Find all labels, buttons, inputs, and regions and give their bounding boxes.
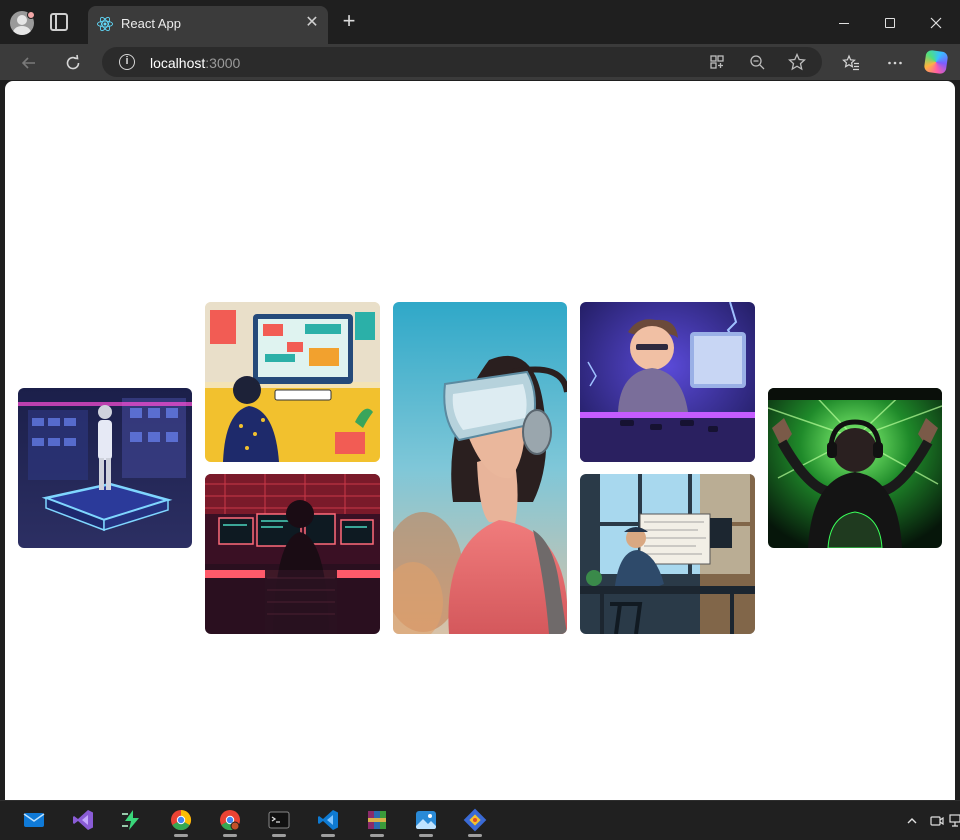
taskbar-visual-studio[interactable] <box>65 805 101 837</box>
tab-close-button[interactable]: ✕ <box>302 13 322 33</box>
meet-now-icon[interactable] <box>929 812 945 828</box>
windows-taskbar <box>0 800 960 840</box>
favorites-icon[interactable] <box>838 49 864 75</box>
page-viewport <box>5 81 955 800</box>
photos-icon <box>416 811 436 829</box>
close-icon <box>930 17 942 29</box>
gallery-image-architect-desk[interactable] <box>580 474 755 634</box>
taskbar-git[interactable] <box>457 805 493 837</box>
gallery-image-hologram-display[interactable] <box>18 388 192 548</box>
running-indicator <box>272 834 286 837</box>
network-icon[interactable] <box>947 812 960 828</box>
copilot-icon[interactable] <box>923 49 949 75</box>
browser-tab[interactable]: React App ✕ <box>88 6 328 44</box>
running-indicator <box>223 834 237 837</box>
tab-actions-icon[interactable] <box>50 13 68 31</box>
taskbar-vscode[interactable] <box>310 805 346 837</box>
terminal-icon <box>268 811 290 829</box>
running-indicator <box>468 834 482 837</box>
taskbar-winrar[interactable] <box>359 805 395 837</box>
profile-status-dot <box>27 11 35 19</box>
running-indicator <box>321 834 335 837</box>
favorite-star-icon[interactable] <box>787 52 807 72</box>
gallery-image-green-gamer[interactable] <box>768 388 942 548</box>
chrome-profile-icon <box>220 810 240 831</box>
taskbar-photos[interactable] <box>408 805 444 837</box>
minimize-icon <box>839 22 849 24</box>
gallery-image-red-hacker-room[interactable] <box>205 474 380 634</box>
browser-toolbar: i localhost:3000 <box>0 44 960 80</box>
maximize-icon <box>885 18 895 29</box>
browser-titlebar: React App ✕ + <box>0 0 960 44</box>
taskbar-dev-tool[interactable] <box>114 805 150 837</box>
taskbar-mail[interactable] <box>16 805 52 837</box>
url-host: localhost <box>150 55 206 71</box>
gallery-image-vr-headset-girl[interactable] <box>393 302 567 634</box>
mail-icon <box>23 813 45 827</box>
reload-icon <box>66 55 80 70</box>
app-available-icon[interactable] <box>707 52 727 72</box>
visual-studio-icon <box>73 810 93 830</box>
show-hidden-icons-chevron[interactable] <box>903 811 921 829</box>
winrar-icon <box>368 811 386 829</box>
chrome-icon <box>171 809 192 831</box>
back-button[interactable] <box>16 49 42 75</box>
reload-button[interactable] <box>60 49 86 75</box>
site-info-icon[interactable]: i <box>119 54 135 70</box>
url-text[interactable]: localhost:3000 <box>150 55 240 71</box>
maximize-button[interactable] <box>867 8 913 36</box>
tab-title: React App <box>121 16 181 31</box>
vscode-icon <box>318 810 338 830</box>
url-port: :3000 <box>205 55 241 71</box>
dev-tool-icon <box>122 810 139 830</box>
taskbar-chrome[interactable] <box>163 805 199 837</box>
zoom-out-icon[interactable] <box>747 52 767 72</box>
back-icon <box>21 57 35 69</box>
running-indicator <box>174 834 188 837</box>
taskbar-chrome-profile[interactable] <box>212 805 248 837</box>
taskbar-terminal[interactable] <box>261 805 297 837</box>
gallery-image-purple-gamer[interactable] <box>580 302 755 462</box>
react-icon <box>97 16 113 32</box>
new-tab-button[interactable]: + <box>338 10 360 33</box>
gallery-image-colorful-workspace[interactable] <box>205 302 380 462</box>
running-indicator <box>370 834 384 837</box>
minimize-button[interactable] <box>821 8 867 36</box>
running-indicator <box>419 834 433 837</box>
close-window-button[interactable] <box>913 8 959 36</box>
more-icon[interactable] <box>882 49 908 75</box>
git-icon <box>463 808 487 832</box>
address-bar[interactable]: i localhost:3000 <box>102 47 822 77</box>
